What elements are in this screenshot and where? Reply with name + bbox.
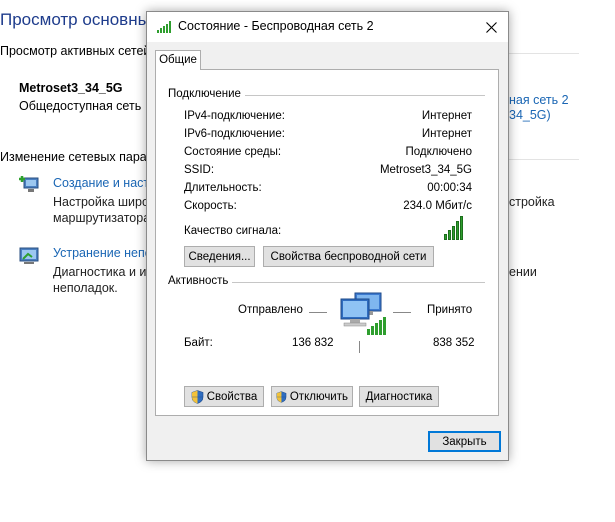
shield-icon (191, 389, 204, 404)
media-state-label: Состояние среды: (184, 146, 282, 158)
sent-connector (309, 312, 327, 313)
bytes-sent-value: 136 832 (292, 337, 334, 349)
ssid-value: Metroset3_34_5G (379, 164, 472, 176)
wireless-status-dialog: Состояние - Беспроводная сеть 2 Общие По… (146, 11, 509, 461)
troubleshoot-icon (19, 247, 39, 264)
divider (509, 159, 579, 160)
signal-quality-label: Качество сигнала: (184, 225, 282, 237)
divider (509, 53, 579, 54)
sent-label: Отправлено (238, 304, 303, 316)
connection-group-label: Подключение (168, 88, 245, 100)
tab-general[interactable]: Общие (155, 50, 201, 70)
shield-icon (276, 390, 287, 403)
ipv4-label: IPv4-подключение: (184, 110, 285, 122)
network-type: Общедоступная сеть (19, 99, 142, 113)
setup-description: Настройка широ (53, 195, 149, 209)
setup-description-2: маршрутизатора (53, 211, 151, 225)
troubleshoot-description: Диагностика и ис (53, 265, 153, 279)
dialog-title: Состояние - Беспроводная сеть 2 (178, 19, 374, 33)
change-settings-heading: Изменение сетевых парам (0, 150, 156, 164)
network-name: Metroset3_34_5G (19, 81, 123, 95)
received-label: Принято (427, 304, 473, 316)
ipv4-value: Интернет (421, 110, 472, 122)
dialog-titlebar[interactable]: Состояние - Беспроводная сеть 2 (147, 12, 508, 42)
properties-button-label: Свойства (206, 390, 258, 403)
details-button[interactable]: Сведения... (184, 246, 255, 267)
disable-button[interactable]: Отключить (271, 386, 353, 407)
ipv6-value: Интернет (421, 128, 472, 140)
wifi-signal-icon (157, 21, 171, 33)
speed-value: 234.0 Мбит/с (403, 200, 472, 212)
wireless-properties-button[interactable]: Свойства беспроводной сети (263, 246, 434, 267)
diagnose-button[interactable]: Диагностика (359, 386, 439, 407)
network-setup-icon (19, 176, 39, 192)
close-icon (485, 21, 497, 33)
speed-label: Скорость: (184, 200, 237, 212)
bytes-label: Байт: (184, 337, 213, 349)
bytes-received-value: 838 352 (433, 337, 475, 349)
ssid-label: SSID: (184, 164, 215, 176)
connection-link-ssid[interactable]: 34_5G) (509, 108, 551, 122)
troubleshoot-description-2: неполадок. (53, 281, 118, 295)
bytes-divider (359, 341, 360, 353)
network-computers-icon (340, 292, 386, 335)
setup-description-right: стройка (509, 195, 555, 209)
media-state-value: Подключено (405, 146, 473, 158)
duration-label: Длительность: (184, 182, 262, 194)
disable-button-label: Отключить (289, 390, 348, 403)
page-title: Просмотр основных (0, 10, 159, 29)
close-button[interactable]: Закрыть (428, 431, 501, 452)
close-window-button[interactable] (474, 12, 508, 42)
setup-connection-link[interactable]: Создание и настр (53, 176, 156, 190)
general-tab-panel: Подключение IPv4-подключение: Интернет I… (155, 69, 499, 416)
troubleshoot-description-right: ении (509, 265, 537, 279)
troubleshoot-link[interactable]: Устранение непо (53, 246, 152, 260)
signal-strength-icon (444, 216, 463, 240)
received-connector (393, 312, 411, 313)
ipv6-label: IPv6-подключение: (184, 128, 285, 140)
active-networks-heading: Просмотр активных сетей (0, 44, 151, 58)
connection-link[interactable]: ная сеть 2 (509, 93, 569, 107)
properties-button[interactable]: Свойства (184, 386, 264, 407)
activity-group-label: Активность (168, 275, 233, 287)
duration-value: 00:00:34 (427, 182, 472, 194)
